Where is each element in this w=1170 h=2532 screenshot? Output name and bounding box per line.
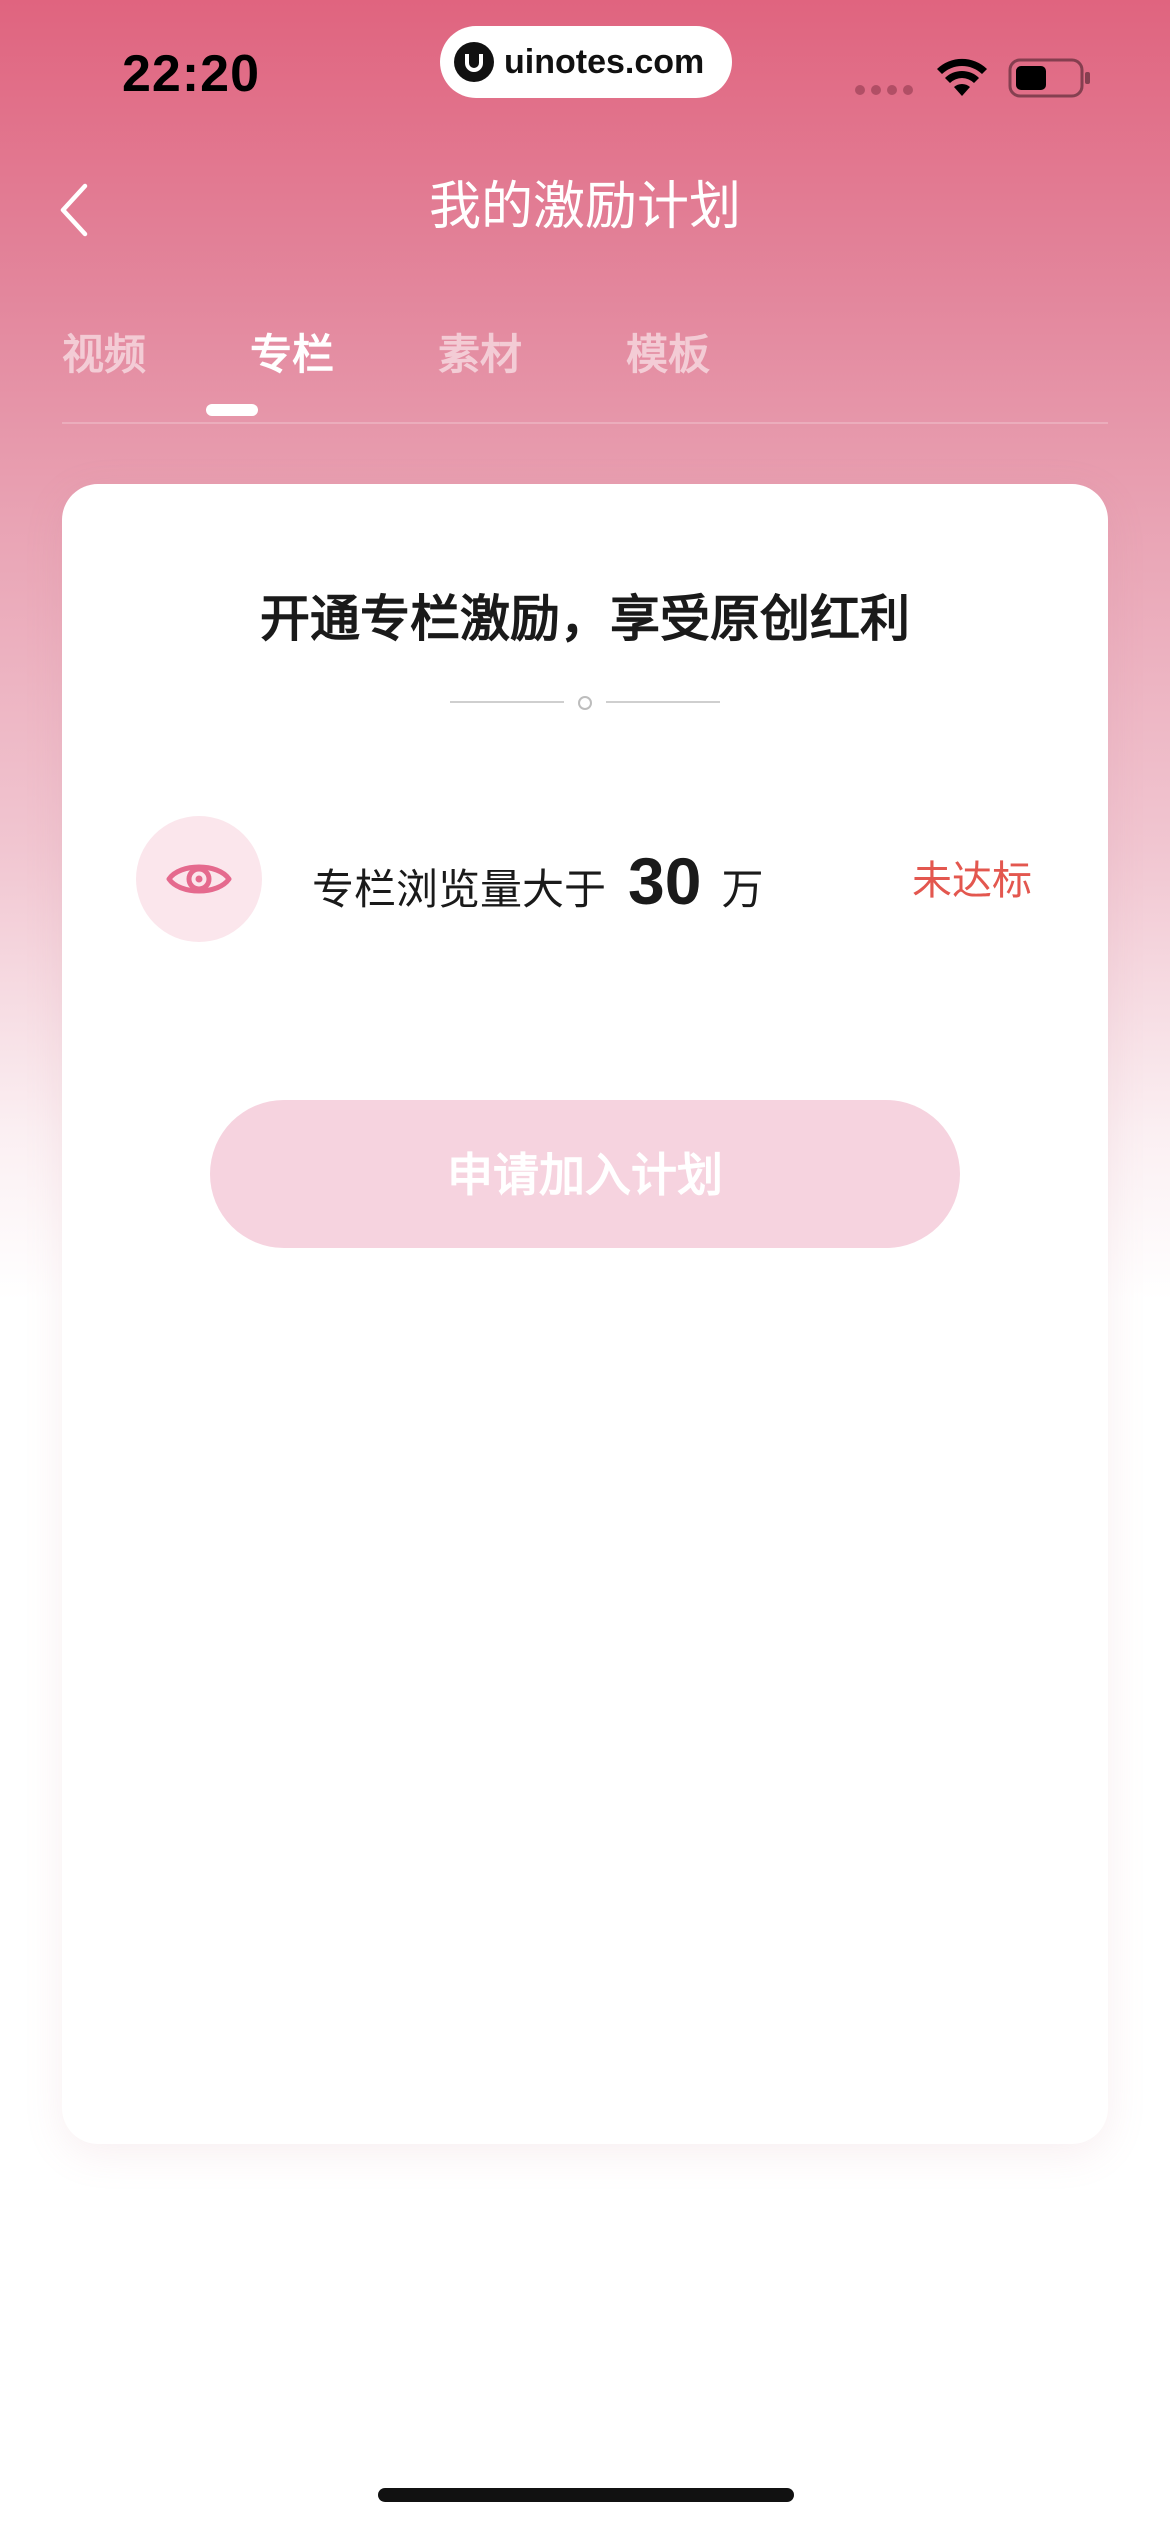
watermark-text: uinotes.com	[504, 42, 705, 81]
tab-bar: 视频 专栏 素材 模板	[62, 320, 814, 390]
incentive-card: 开通专栏激励，享受原创红利 专栏浏览量大于 30 万 未达标 申请加入计划	[62, 484, 1108, 2144]
card-title: 开通专栏激励，享受原创红利	[260, 590, 910, 648]
tab-material[interactable]: 素材	[438, 320, 626, 390]
requirement-value: 30	[628, 844, 702, 918]
tabs-divider	[62, 422, 1108, 424]
requirement-text: 专栏浏览量大于 30 万	[312, 836, 763, 935]
wifi-icon	[935, 58, 989, 102]
apply-join-plan-button[interactable]: 申请加入计划	[210, 1100, 960, 1248]
tab-template[interactable]: 模板	[626, 320, 814, 390]
signal-icon	[855, 85, 913, 95]
status-time: 22:20	[122, 45, 260, 103]
tab-column[interactable]: 专栏	[250, 320, 438, 390]
eye-icon	[166, 864, 232, 894]
page-title: 我的激励计划	[428, 177, 741, 237]
title-divider	[450, 694, 720, 710]
requirement-unit: 万	[721, 865, 764, 914]
requirement-row: 专栏浏览量大于 30 万 未达标	[62, 816, 1108, 946]
battery-icon	[1008, 58, 1092, 102]
requirement-status: 未达标	[912, 858, 1032, 904]
requirement-label: 专栏浏览量大于	[312, 865, 607, 914]
eye-icon-badge	[136, 816, 262, 942]
tab-video[interactable]: 视频	[62, 320, 250, 390]
home-indicator	[378, 2488, 794, 2502]
status-bar: 22:20 uinotes.com	[0, 0, 1170, 150]
watermark-badge: uinotes.com	[440, 26, 732, 98]
watermark-logo-icon	[454, 42, 494, 82]
active-tab-indicator	[206, 404, 258, 416]
